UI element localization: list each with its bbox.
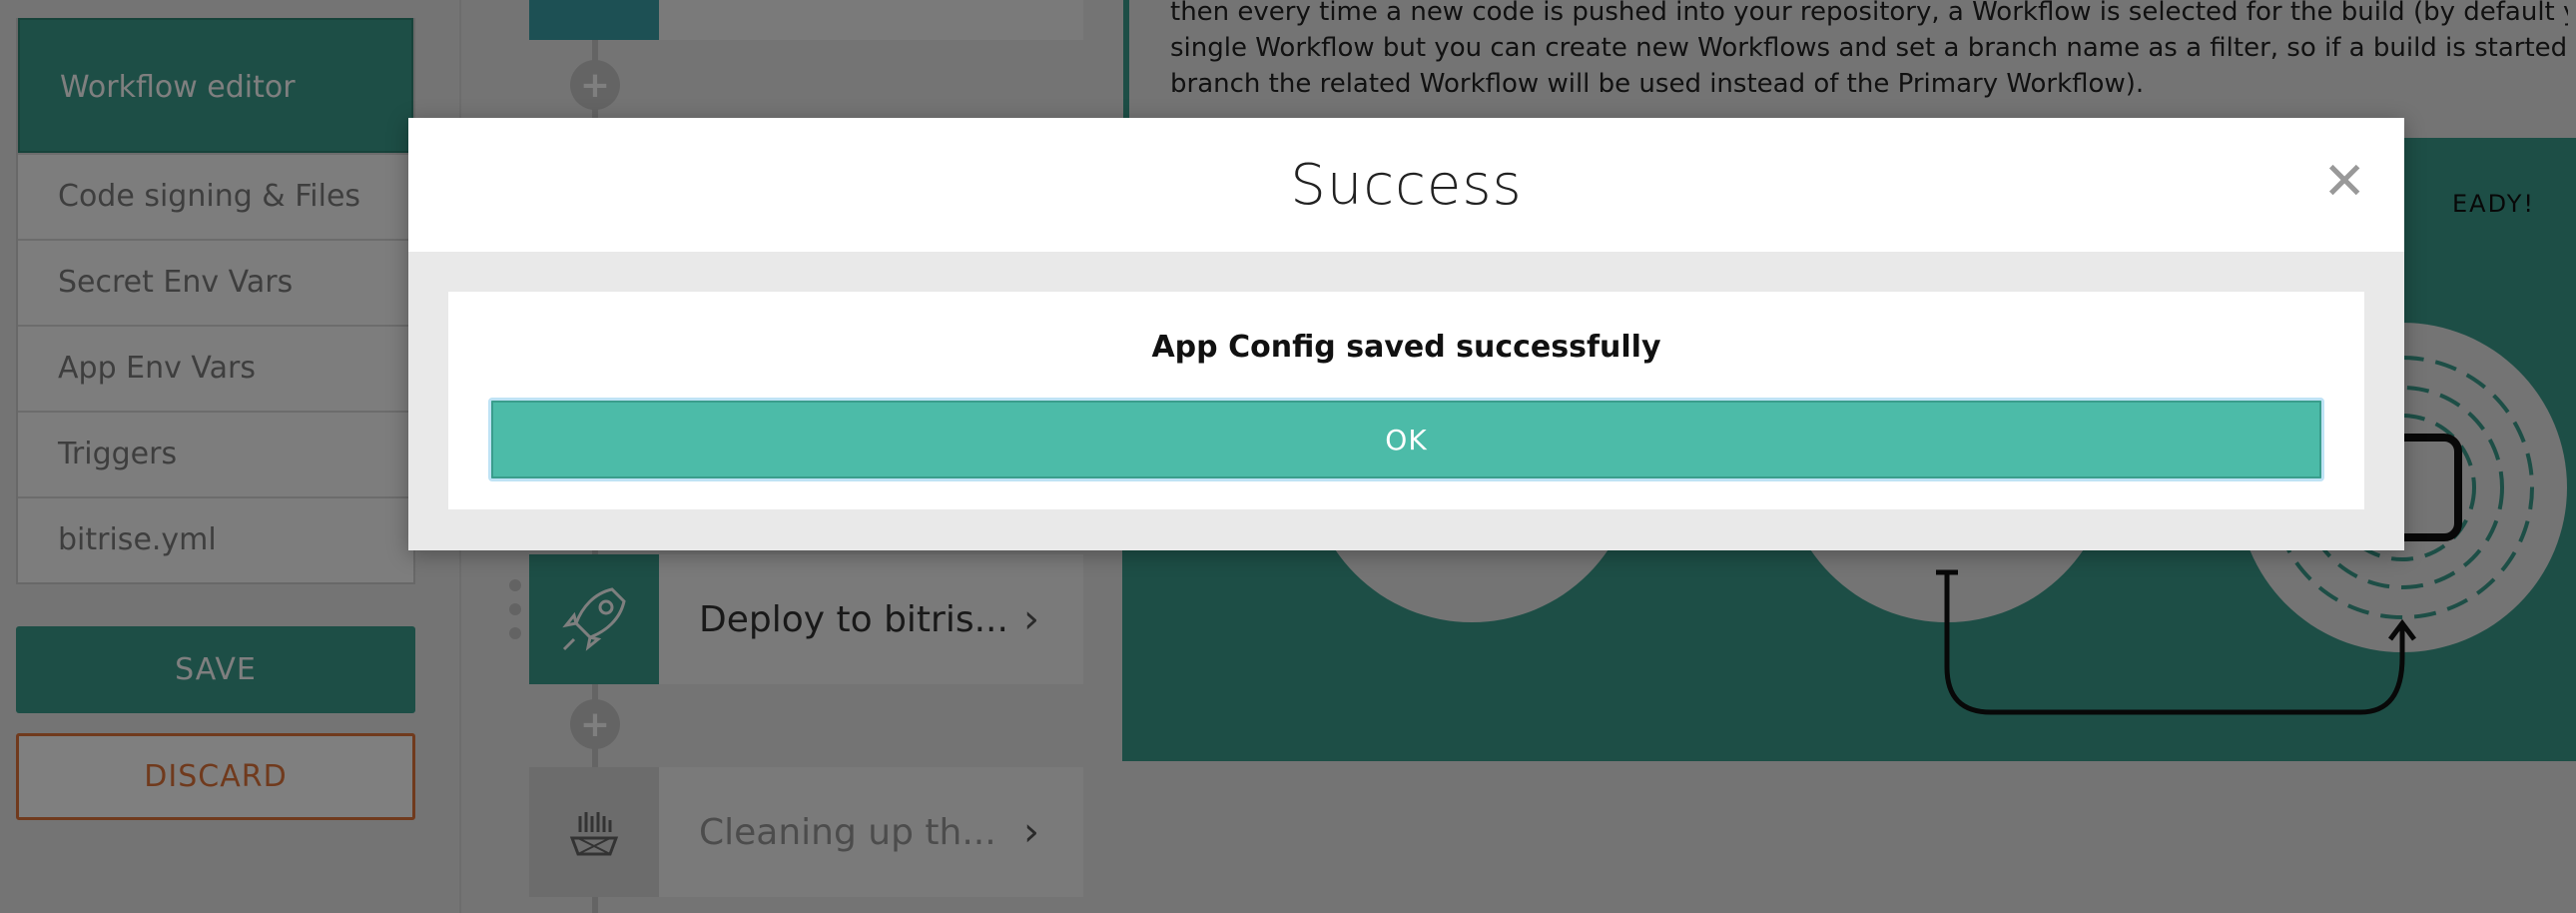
modal-header: Success ✕: [408, 118, 2404, 252]
modal-title: Success: [1290, 152, 1523, 218]
ok-button[interactable]: OK: [488, 398, 2324, 481]
close-icon[interactable]: ✕: [2322, 156, 2366, 208]
modal-body: App Config saved successfully OK: [448, 292, 2364, 509]
modal-message: App Config saved successfully: [1151, 330, 1661, 365]
success-modal: Success ✕ App Config saved successfully …: [408, 118, 2404, 550]
